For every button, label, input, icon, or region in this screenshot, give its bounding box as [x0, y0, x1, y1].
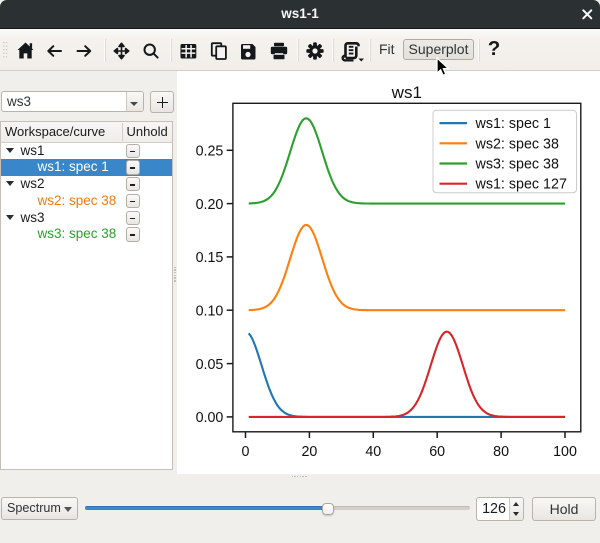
svg-text:0.15: 0.15 — [196, 250, 224, 266]
svg-text:0.00: 0.00 — [196, 410, 224, 426]
svg-text:ws3: spec 38: ws3: spec 38 — [475, 156, 559, 172]
svg-text:100: 100 — [553, 444, 577, 460]
svg-text:ws2: spec 38: ws2: spec 38 — [475, 136, 559, 152]
svg-text:0.25: 0.25 — [196, 143, 224, 159]
svg-text:ws1: spec 127: ws1: spec 127 — [475, 176, 567, 192]
svg-text:ws1: spec 1: ws1: spec 1 — [475, 116, 552, 132]
svg-text:0.20: 0.20 — [196, 196, 224, 212]
svg-text:20: 20 — [301, 444, 317, 460]
svg-text:0.10: 0.10 — [196, 303, 224, 319]
svg-text:60: 60 — [429, 444, 445, 460]
svg-text:40: 40 — [365, 444, 381, 460]
svg-text:0.05: 0.05 — [196, 356, 224, 372]
svg-text:0: 0 — [242, 444, 250, 460]
svg-text:80: 80 — [493, 444, 509, 460]
svg-text:ws1: ws1 — [391, 83, 422, 102]
